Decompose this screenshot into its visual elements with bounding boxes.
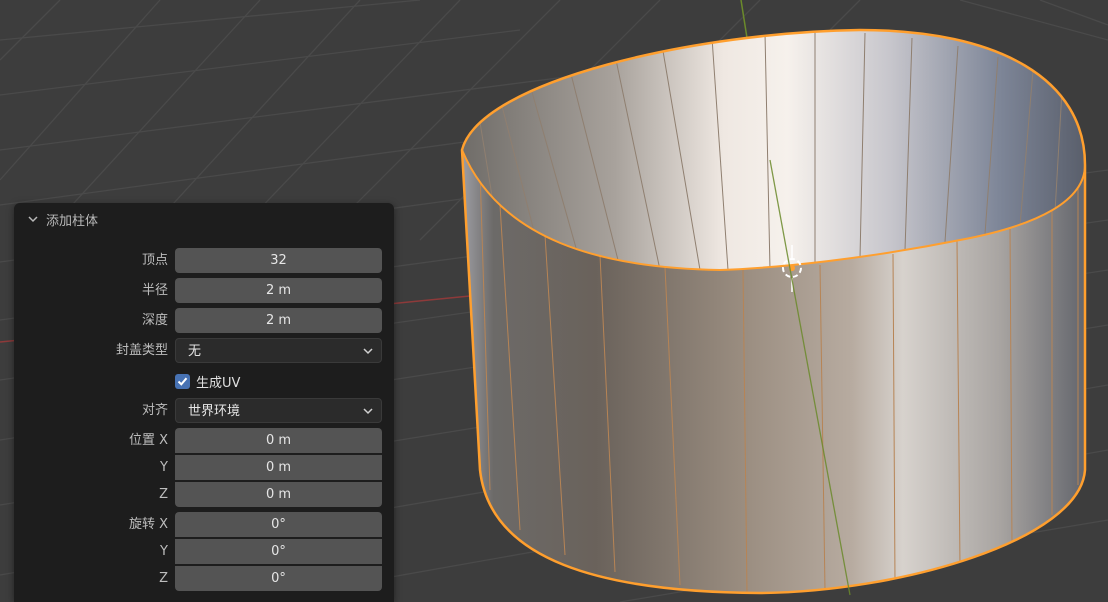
cap-fill-value: 无: [188, 344, 202, 359]
rotation-y-row: Y 0°: [14, 539, 394, 565]
rotation-z-label: Z: [159, 571, 168, 586]
radius-label: 半径: [141, 283, 168, 298]
depth-field[interactable]: 2 m: [175, 308, 382, 333]
rotation-z-field[interactable]: 0°: [175, 566, 382, 591]
location-z-row: Z 0 m: [14, 482, 394, 508]
cap-fill-dropdown[interactable]: 无: [175, 338, 382, 363]
rotation-x-field[interactable]: 0°: [175, 512, 382, 537]
location-x-label: 位置 X: [128, 433, 168, 448]
generate-uv-row[interactable]: 生成UV: [175, 371, 240, 391]
cap-fill-row: 封盖类型 无: [14, 338, 394, 364]
vertices-label: 顶点: [141, 253, 168, 268]
vertices-row: 顶点 32: [14, 248, 394, 274]
location-y-field[interactable]: 0 m: [175, 455, 382, 480]
rotation-x-label: 旋转 X: [128, 517, 168, 532]
location-y-label: Y: [160, 460, 168, 475]
chevron-down-icon[interactable]: [26, 212, 40, 226]
panel-header[interactable]: 添加柱体: [14, 203, 394, 235]
cap-fill-label: 封盖类型: [115, 343, 168, 358]
generate-uv-label: 生成UV: [196, 375, 241, 391]
align-label: 对齐: [141, 403, 168, 418]
align-value: 世界环境: [188, 404, 241, 419]
rotation-y-field[interactable]: 0°: [175, 539, 382, 564]
location-x-row: 位置 X 0 m: [14, 428, 394, 454]
checkmark-icon: [177, 377, 188, 386]
location-y-row: Y 0 m: [14, 455, 394, 481]
chevron-down-icon: [363, 408, 373, 415]
generate-uv-checkbox[interactable]: [175, 373, 190, 389]
vertices-field[interactable]: 32: [175, 248, 382, 273]
location-x-field[interactable]: 0 m: [175, 428, 382, 453]
radius-field[interactable]: 2 m: [175, 278, 382, 303]
location-z-field[interactable]: 0 m: [175, 482, 382, 507]
chevron-down-icon: [363, 348, 373, 355]
align-dropdown[interactable]: 世界环境: [175, 398, 382, 423]
rotation-x-row: 旋转 X 0°: [14, 512, 394, 538]
depth-label: 深度: [141, 313, 168, 328]
depth-row: 深度 2 m: [14, 308, 394, 334]
radius-row: 半径 2 m: [14, 278, 394, 304]
panel-title: 添加柱体: [46, 213, 99, 229]
location-z-label: Z: [159, 487, 168, 502]
add-cylinder-panel: 添加柱体 顶点 32 半径 2 m 深度 2 m 封盖类型 无 生成UV 对齐 …: [14, 203, 394, 602]
rotation-z-row: Z 0°: [14, 566, 394, 592]
rotation-y-label: Y: [160, 544, 168, 559]
align-row: 对齐 世界环境: [14, 398, 394, 424]
